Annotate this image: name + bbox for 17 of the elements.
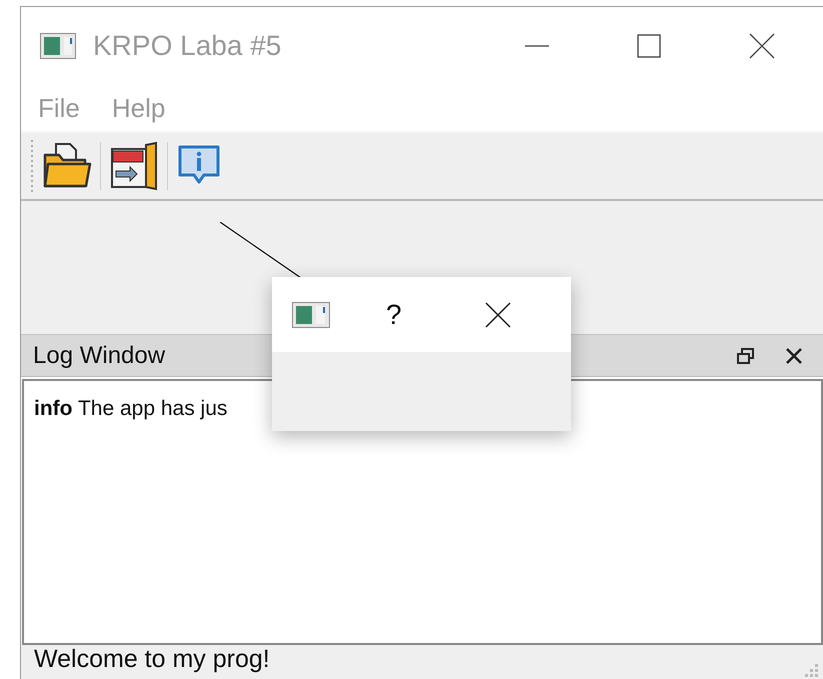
close-icon[interactable] bbox=[484, 302, 511, 328]
menu-item[interactable]: Help bbox=[112, 93, 166, 124]
app-icon bbox=[292, 302, 330, 328]
menu-item[interactable]: File bbox=[38, 93, 80, 124]
close-icon[interactable] bbox=[749, 33, 775, 60]
log-entry: info The app has jus bbox=[34, 397, 228, 422]
size-grip-icon[interactable] bbox=[805, 664, 819, 678]
dock-title: Log Window bbox=[33, 342, 166, 370]
toolbar-grip-icon[interactable] bbox=[30, 140, 34, 192]
help-button[interactable]: ? bbox=[386, 298, 402, 330]
exit-door-icon[interactable] bbox=[109, 141, 159, 192]
status-text: Welcome to my prog! bbox=[34, 645, 270, 674]
maximize-icon[interactable] bbox=[637, 34, 661, 58]
float-icon[interactable] bbox=[737, 346, 755, 365]
app-icon bbox=[40, 33, 76, 60]
window-title: KRPO Laba #5 bbox=[93, 30, 282, 62]
close-icon[interactable] bbox=[785, 346, 803, 365]
